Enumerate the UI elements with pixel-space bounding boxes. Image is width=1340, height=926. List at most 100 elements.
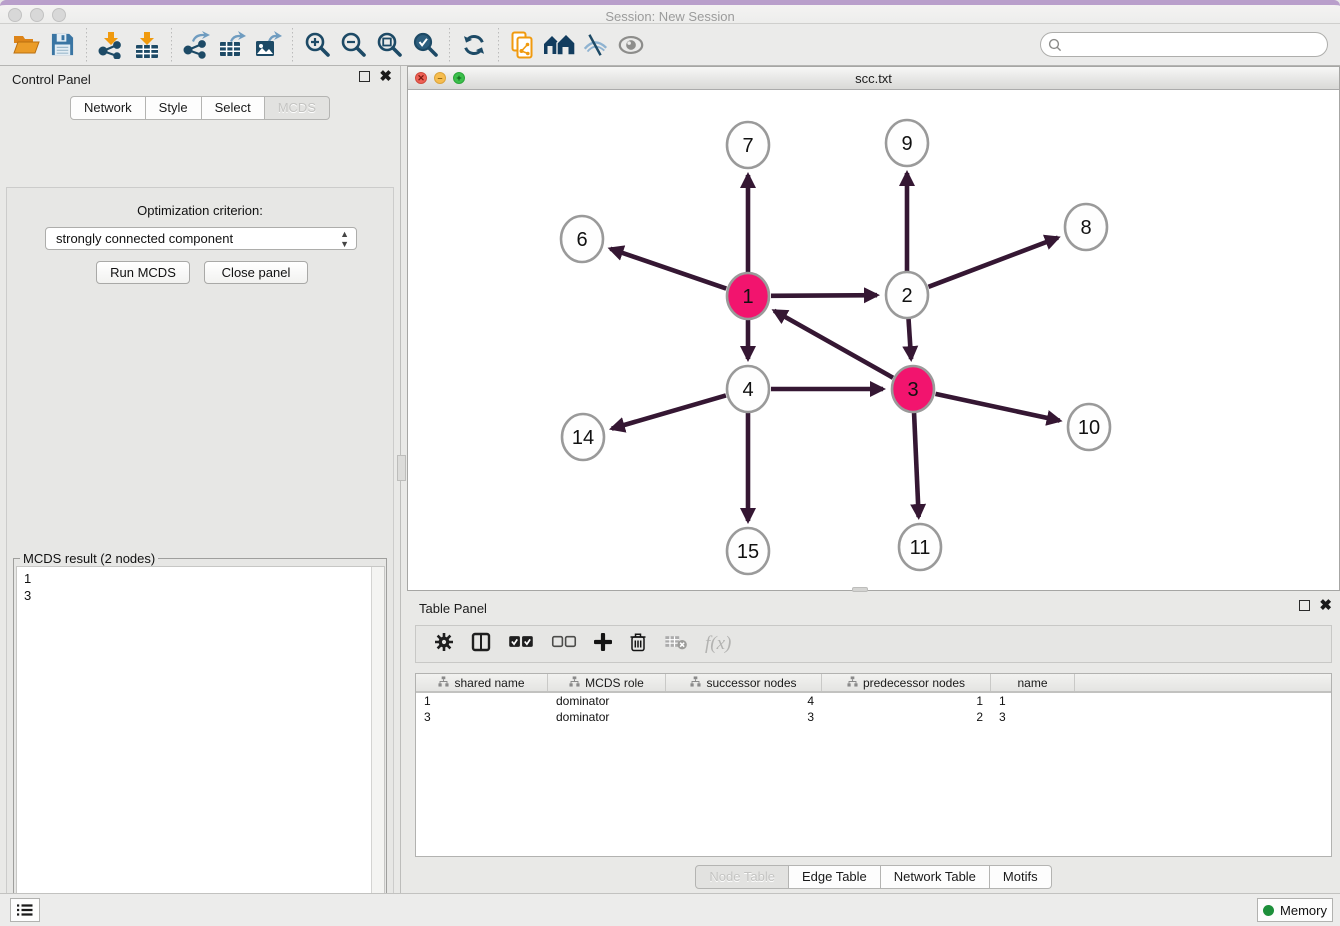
add-row-icon[interactable] bbox=[594, 633, 612, 656]
float-table-panel-icon[interactable] bbox=[1299, 600, 1310, 611]
edge-1-2[interactable] bbox=[771, 295, 877, 296]
table-row[interactable]: 3dominator323 bbox=[416, 709, 1331, 725]
cell-predecessor-nodes[interactable]: 1 bbox=[822, 693, 991, 709]
close-panel-icon[interactable]: ✖ bbox=[379, 71, 392, 82]
column-header-MCDS-role[interactable]: MCDS role bbox=[548, 674, 666, 691]
zoom-selected-icon[interactable] bbox=[407, 27, 443, 63]
column-header-name[interactable]: name bbox=[991, 674, 1075, 691]
panel-splitter-handle[interactable] bbox=[397, 455, 406, 481]
cell-successor-nodes[interactable]: 4 bbox=[666, 693, 822, 709]
column-header-successor-nodes[interactable]: successor nodes bbox=[666, 674, 822, 691]
function-builder-icon[interactable]: f(x) bbox=[705, 633, 731, 655]
edge-3-11[interactable] bbox=[914, 412, 919, 517]
edge-1-6[interactable] bbox=[610, 249, 726, 289]
run-mcds-button[interactable]: Run MCDS bbox=[96, 261, 190, 284]
column-label: predecessor nodes bbox=[863, 676, 965, 690]
memory-label: Memory bbox=[1280, 903, 1327, 918]
edge-3-10[interactable] bbox=[935, 394, 1059, 421]
delete-row-icon[interactable] bbox=[629, 632, 647, 657]
show-all-icon[interactable] bbox=[613, 27, 649, 63]
float-panel-icon[interactable] bbox=[359, 71, 370, 82]
column-tree-icon bbox=[847, 676, 858, 690]
zoom-fit-icon[interactable] bbox=[371, 27, 407, 63]
tab-node-table[interactable]: Node Table bbox=[695, 865, 789, 889]
graph-node-14[interactable]: 14 bbox=[562, 414, 604, 460]
network-window-titlebar[interactable]: ✕ – + scc.txt bbox=[408, 67, 1339, 90]
select-all-icon[interactable] bbox=[508, 634, 534, 654]
close-panel-button[interactable]: Close panel bbox=[204, 261, 308, 284]
save-session-icon[interactable] bbox=[44, 27, 80, 63]
export-table-icon[interactable] bbox=[214, 27, 250, 63]
criterion-select[interactable]: strongly connected component ▲▼ bbox=[45, 227, 357, 250]
import-table-icon[interactable] bbox=[129, 27, 165, 63]
refresh-icon[interactable] bbox=[456, 27, 492, 63]
close-table-panel-icon[interactable]: ✖ bbox=[1319, 600, 1332, 611]
column-label: MCDS role bbox=[585, 676, 644, 690]
graph-node-4[interactable]: 4 bbox=[727, 366, 769, 412]
tab-mcds[interactable]: MCDS bbox=[265, 96, 330, 120]
graph-node-8[interactable]: 8 bbox=[1065, 204, 1107, 250]
edge-4-14[interactable] bbox=[612, 395, 726, 428]
column-header-predecessor-nodes[interactable]: predecessor nodes bbox=[822, 674, 991, 691]
toolbar-separator bbox=[171, 28, 172, 62]
column-header-shared-name[interactable]: shared name bbox=[416, 674, 548, 691]
node-table[interactable]: shared name MCDS role successor nodes prede… bbox=[415, 673, 1332, 857]
tab-motifs[interactable]: Motifs bbox=[990, 865, 1052, 889]
cell-successor-nodes[interactable]: 3 bbox=[666, 709, 822, 725]
unselect-all-icon[interactable] bbox=[551, 634, 577, 654]
cell-name[interactable]: 3 bbox=[991, 709, 1075, 725]
network-window-title: scc.txt bbox=[408, 71, 1339, 86]
graph-node-11[interactable]: 11 bbox=[899, 524, 941, 570]
graph-node-6[interactable]: 6 bbox=[561, 216, 603, 262]
table-settings-icon[interactable] bbox=[434, 632, 454, 657]
zoom-in-icon[interactable] bbox=[299, 27, 335, 63]
cell-predecessor-nodes[interactable]: 2 bbox=[822, 709, 991, 725]
export-network-icon[interactable] bbox=[178, 27, 214, 63]
edge-3-1[interactable] bbox=[774, 311, 893, 378]
new-network-from-selection-icon[interactable] bbox=[505, 27, 541, 63]
toolbar-separator bbox=[449, 28, 450, 62]
graph-node-3[interactable]: 3 bbox=[892, 366, 934, 412]
tab-edge-table[interactable]: Edge Table bbox=[789, 865, 881, 889]
svg-text:9: 9 bbox=[901, 133, 912, 155]
search-input[interactable] bbox=[1062, 35, 1327, 55]
tab-network[interactable]: Network bbox=[70, 96, 146, 120]
edge-2-8[interactable] bbox=[929, 238, 1058, 287]
cell-name[interactable]: 1 bbox=[991, 693, 1075, 709]
tab-style[interactable]: Style bbox=[146, 96, 202, 120]
open-session-icon[interactable] bbox=[8, 27, 44, 63]
tab-select[interactable]: Select bbox=[202, 96, 265, 120]
cell-shared-name[interactable]: 3 bbox=[416, 709, 548, 725]
network-graph-canvas[interactable]: 7 9 6 8 1 2 4 3 14 10 15 11 bbox=[408, 90, 1339, 590]
cell-shared-name[interactable]: 1 bbox=[416, 693, 548, 709]
cell-MCDS-role[interactable]: dominator bbox=[548, 709, 666, 725]
network-resize-handle[interactable] bbox=[852, 587, 868, 592]
search-icon bbox=[1048, 38, 1062, 52]
svg-text:15: 15 bbox=[737, 541, 759, 563]
show-columns-icon[interactable] bbox=[471, 632, 491, 657]
mcds-result-text[interactable]: 13 bbox=[16, 566, 385, 926]
graph-node-1[interactable]: 1 bbox=[727, 273, 769, 319]
mcds-result-scrollbar[interactable] bbox=[371, 567, 384, 926]
graph-node-9[interactable]: 9 bbox=[886, 120, 928, 166]
column-tree-icon bbox=[569, 676, 580, 690]
graph-node-7[interactable]: 7 bbox=[727, 122, 769, 168]
import-network-icon[interactable] bbox=[93, 27, 129, 63]
export-image-icon[interactable] bbox=[250, 27, 286, 63]
memory-button[interactable]: Memory bbox=[1257, 898, 1333, 922]
delete-table-icon[interactable] bbox=[664, 633, 688, 655]
svg-text:14: 14 bbox=[572, 427, 594, 449]
cell-MCDS-role[interactable]: dominator bbox=[548, 693, 666, 709]
edge-2-3[interactable] bbox=[908, 318, 911, 359]
graph-node-10[interactable]: 10 bbox=[1068, 404, 1110, 450]
mcds-result-line: 1 bbox=[24, 570, 384, 587]
hide-selected-icon[interactable] bbox=[577, 27, 613, 63]
tab-network-table[interactable]: Network Table bbox=[881, 865, 990, 889]
table-row[interactable]: 1dominator411 bbox=[416, 693, 1331, 709]
graph-node-15[interactable]: 15 bbox=[727, 528, 769, 574]
zoom-out-icon[interactable] bbox=[335, 27, 371, 63]
graph-node-2[interactable]: 2 bbox=[886, 272, 928, 318]
first-neighbors-icon[interactable] bbox=[541, 27, 577, 63]
control-panel-header: Control Panel ✖ bbox=[0, 66, 400, 92]
task-manager-button[interactable] bbox=[10, 898, 40, 922]
